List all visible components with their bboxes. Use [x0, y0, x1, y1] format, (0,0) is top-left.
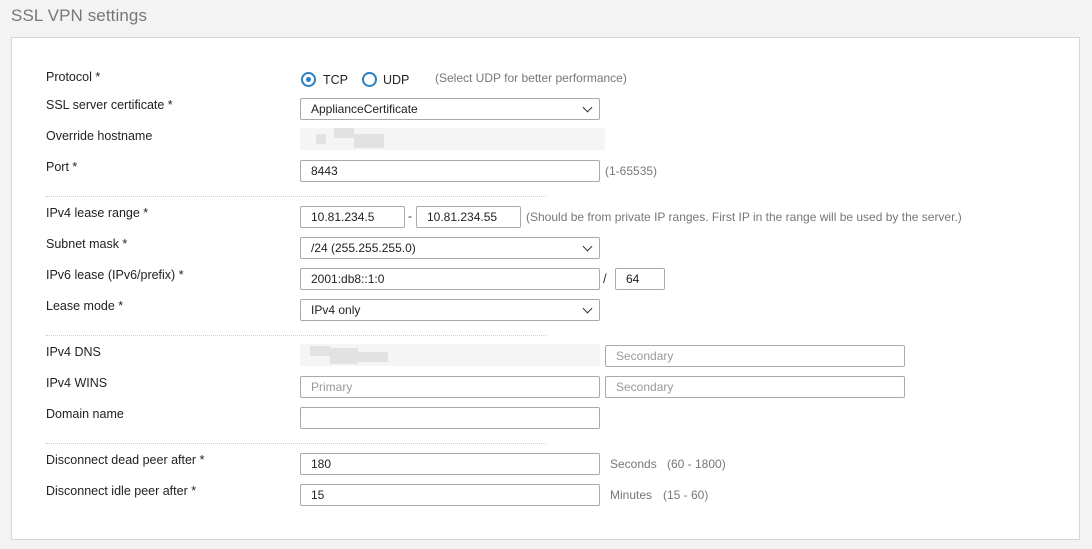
port-hint: (1-65535) [605, 164, 658, 178]
ipv6-slash: / [603, 271, 607, 286]
protocol-hint: (Select UDP for better performance) [435, 71, 627, 85]
ipv4-dns-label: IPv4 DNS [46, 345, 101, 359]
divider [46, 196, 546, 197]
divider [46, 443, 546, 444]
subnet-mask-select[interactable]: /24 (255.255.255.0) [300, 237, 600, 259]
port-label: Port * [46, 160, 78, 174]
divider [46, 335, 546, 336]
chevron-down-icon [582, 303, 593, 314]
certificate-label: SSL server certificate * [46, 98, 173, 112]
tcp-radio-label[interactable]: TCP [323, 73, 348, 87]
idle-peer-label: Disconnect idle peer after * [46, 484, 197, 498]
certificate-select[interactable]: ApplianceCertificate [300, 98, 600, 120]
udp-radio-label[interactable]: UDP [383, 73, 409, 87]
ipv6-lease-label: IPv6 lease (IPv6/prefix) * [46, 268, 184, 282]
ipv4-wins-secondary-input[interactable] [605, 376, 905, 398]
chevron-down-icon [582, 102, 593, 113]
ipv6-lease-input[interactable] [300, 268, 600, 290]
ipv4-lease-label: IPv4 lease range * [46, 206, 149, 220]
ipv4-lease-dash: - [408, 209, 412, 223]
idle-peer-range: (15 - 60) [663, 488, 709, 502]
protocol-label: Protocol * [46, 70, 101, 84]
subnet-mask-label: Subnet mask * [46, 237, 128, 251]
override-hostname-label: Override hostname [46, 129, 153, 143]
dead-peer-input[interactable] [300, 453, 600, 475]
domain-name-label: Domain name [46, 407, 124, 421]
ipv6-prefix-input[interactable] [615, 268, 665, 290]
ipv4-dns-primary-field[interactable] [300, 344, 600, 366]
lease-mode-value: IPv4 only [311, 303, 361, 317]
subnet-mask-value: /24 (255.255.255.0) [311, 241, 416, 255]
certificate-value: ApplianceCertificate [311, 102, 418, 116]
ipv4-wins-label: IPv4 WINS [46, 376, 108, 390]
domain-name-input[interactable] [300, 407, 600, 429]
dead-peer-unit: Seconds [610, 457, 657, 471]
idle-peer-unit: Minutes [610, 488, 653, 502]
page-title: SSL VPN settings [11, 6, 148, 25]
chevron-down-icon [582, 241, 593, 252]
lease-mode-label: Lease mode * [46, 299, 124, 313]
port-input[interactable] [300, 160, 600, 182]
ipv4-wins-primary-input[interactable] [300, 376, 600, 398]
udp-radio[interactable] [362, 72, 377, 87]
idle-peer-input[interactable] [300, 484, 600, 506]
lease-mode-select[interactable]: IPv4 only [300, 299, 600, 321]
ipv4-lease-hint: (Should be from private IP ranges. First… [526, 210, 962, 224]
dead-peer-range: (60 - 1800) [667, 457, 726, 471]
ipv4-dns-secondary-input[interactable] [605, 345, 905, 367]
override-hostname-field[interactable] [300, 128, 605, 150]
ipv4-lease-end-input[interactable] [416, 206, 521, 228]
tcp-radio[interactable] [301, 72, 316, 87]
ipv4-lease-start-input[interactable] [300, 206, 405, 228]
dead-peer-label: Disconnect dead peer after * [46, 453, 205, 467]
